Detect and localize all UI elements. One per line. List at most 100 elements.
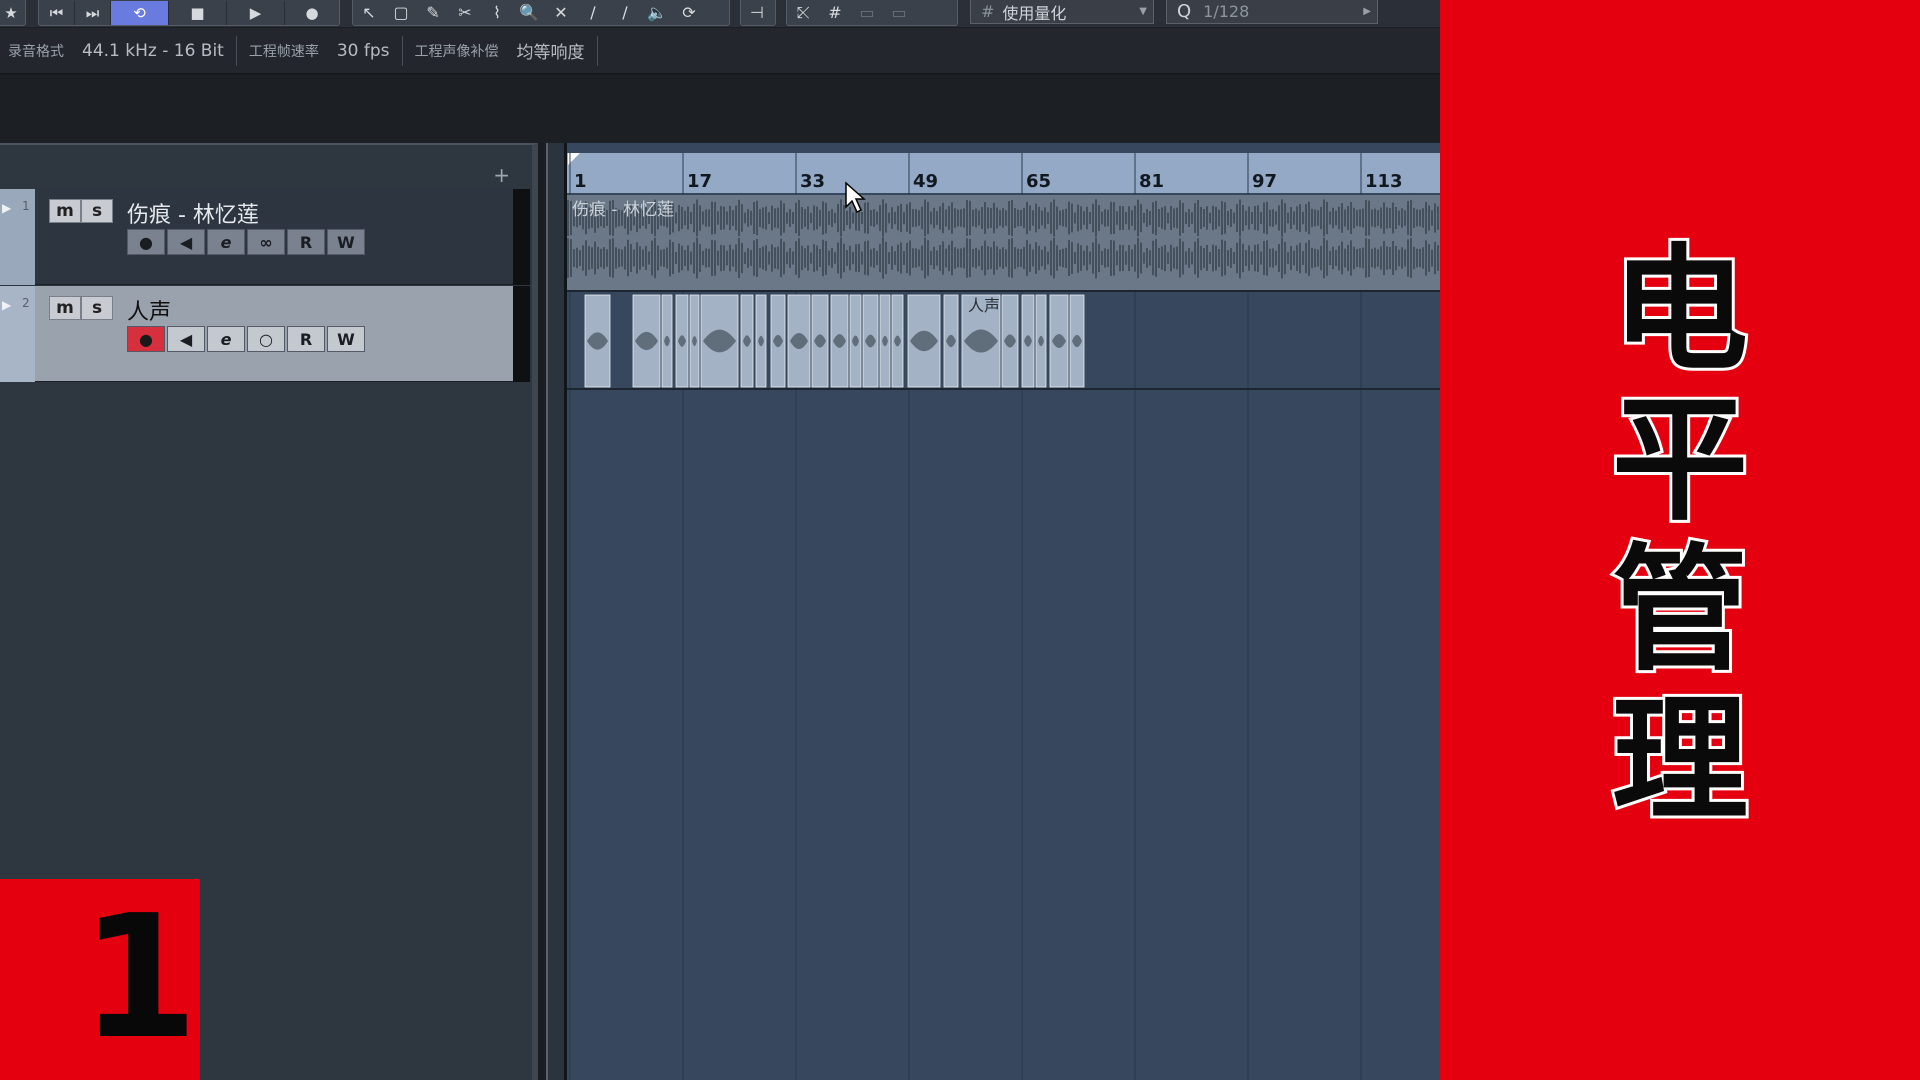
arrange-canvas[interactable]: 1 17 33 49 65 81 97 113 伤痕 - 林忆莲人声 bbox=[548, 143, 1442, 1080]
info-record-format[interactable]: 录音格式 44.1 kHz - 16 Bit bbox=[0, 35, 237, 66]
read-automation-button[interactable]: R bbox=[287, 229, 325, 255]
write-automation-button[interactable]: W bbox=[327, 326, 365, 352]
ruler-label: 49 bbox=[913, 171, 938, 192]
ruler-label: 1 bbox=[574, 171, 587, 192]
draw-tool-icon[interactable]: ∕ bbox=[577, 1, 609, 25]
quantize-type-dropdown[interactable]: # 使用量化 ▼ bbox=[970, 0, 1154, 24]
grid-mode-icon[interactable]: ▭ bbox=[883, 1, 915, 25]
info-value: 30 fps bbox=[336, 40, 390, 61]
mute-button[interactable]: m bbox=[49, 296, 81, 320]
track-controls: m s 伤痕 - 林忆莲 ● ◀ e ∞ R W bbox=[35, 189, 513, 285]
mute-solo-group: m s bbox=[49, 296, 113, 320]
toolbar-star-icon[interactable]: ★ bbox=[0, 1, 25, 25]
quantize-value: 1/128 bbox=[1203, 2, 1250, 21]
monitor-button[interactable]: ◀ bbox=[167, 326, 205, 352]
project-window[interactable]: 1 17 33 49 65 81 97 113 伤痕 - 林忆莲 人声 bbox=[546, 143, 1442, 1080]
quantize-type-label: 使用量化 bbox=[1002, 3, 1067, 23]
track-color-strip: ▶ 1 bbox=[0, 189, 35, 285]
track-controls: m s 人声 ● ◀ e ○ R W bbox=[35, 286, 513, 382]
track-name[interactable]: 人声 bbox=[127, 294, 171, 326]
track-buttons: ● ◀ e ○ R W bbox=[127, 326, 365, 352]
snap-icon[interactable]: ⤪ bbox=[787, 1, 819, 25]
auto-scroll-group: ⊣ bbox=[740, 0, 776, 26]
stop-icon[interactable]: ■ bbox=[169, 0, 227, 25]
track-buttons: ● ◀ e ∞ R W bbox=[127, 229, 365, 255]
grid-small-icon: # bbox=[981, 2, 995, 21]
title-char: 管 bbox=[1609, 532, 1751, 690]
edit-channel-button[interactable]: e bbox=[207, 229, 245, 255]
track-name[interactable]: 伤痕 - 林忆莲 bbox=[127, 197, 259, 229]
screen: ★ ⏮ ⏭ ⟲ ■ ▶ ● ↖ ▢ ✎ ✂ ⌇ 🔍 ✕ ∕ ∕ 🔈 ⟳ ⊣ ⤪ bbox=[0, 0, 1920, 1080]
pointer-tool-icon[interactable]: ↖ bbox=[353, 1, 385, 25]
track-meter bbox=[513, 189, 530, 285]
solo-button[interactable]: s bbox=[81, 296, 113, 320]
info-label: 工程声像补偿 bbox=[414, 43, 499, 60]
grid-type-icon[interactable]: ▭ bbox=[851, 1, 883, 25]
grid-icon[interactable]: # bbox=[819, 1, 851, 25]
project-start-line bbox=[564, 143, 567, 1080]
track-row[interactable]: ▶ 2 m s 人声 ● ◀ e ○ R W bbox=[0, 286, 530, 382]
record-icon[interactable]: ● bbox=[285, 1, 339, 25]
info-frame-rate[interactable]: 工程帧速率 30 fps bbox=[237, 35, 403, 66]
episode-title: 电 平 管 理 bbox=[1600, 232, 1760, 839]
split-tool-icon[interactable]: ✎ bbox=[417, 1, 449, 25]
arrange-left-gutter bbox=[548, 143, 564, 1080]
quantize-prefix: Q bbox=[1177, 1, 1192, 22]
ruler-label: 113 bbox=[1365, 171, 1403, 192]
edit-channel-button[interactable]: e bbox=[207, 326, 245, 352]
ruler-label: 81 bbox=[1139, 171, 1164, 192]
event-label-vocal: 人声 bbox=[968, 296, 1000, 315]
tool-palette: ↖ ▢ ✎ ✂ ⌇ 🔍 ✕ ∕ ∕ 🔈 ⟳ bbox=[352, 0, 730, 26]
read-automation-button[interactable]: R bbox=[287, 326, 325, 352]
solo-button[interactable]: s bbox=[81, 199, 113, 223]
title-char: 平 bbox=[1609, 382, 1751, 540]
eraser-tool-icon[interactable]: ⌇ bbox=[481, 1, 513, 25]
info-label: 录音格式 bbox=[8, 43, 64, 60]
play-tool-icon[interactable]: 🔈 bbox=[641, 1, 673, 25]
toolbar: ★ ⏮ ⏭ ⟲ ■ ▶ ● ↖ ▢ ✎ ✂ ⌇ 🔍 ✕ ∕ ∕ 🔈 ⟳ ⊣ ⤪ bbox=[0, 0, 1440, 28]
info-pan-law[interactable]: 工程声像补偿 均等响度 bbox=[403, 35, 598, 66]
color-tool-icon[interactable]: ⟳ bbox=[673, 1, 705, 25]
mouse-pointer-icon bbox=[845, 181, 866, 214]
record-enable-button[interactable]: ● bbox=[127, 229, 165, 255]
lanes-button[interactable]: ○ bbox=[247, 326, 285, 352]
range-tool-icon[interactable]: ▢ bbox=[385, 1, 417, 25]
expand-arrow-icon[interactable]: ▶ bbox=[2, 201, 11, 215]
cycle-loop-icon[interactable]: ⟲ bbox=[111, 0, 169, 25]
track-number: 1 bbox=[22, 199, 30, 213]
mute-button[interactable]: m bbox=[49, 199, 81, 223]
event-label-song: 伤痕 - 林忆莲 bbox=[572, 200, 674, 220]
info-line: 录音格式 44.1 kHz - 16 Bit 工程帧速率 30 fps 工程声像… bbox=[0, 28, 1440, 74]
lanes-button[interactable]: ∞ bbox=[247, 229, 285, 255]
monitor-button[interactable]: ◀ bbox=[167, 229, 205, 255]
autoscroll-icon[interactable]: ⊣ bbox=[741, 1, 773, 25]
info-value: 44.1 kHz - 16 Bit bbox=[82, 40, 224, 61]
chevron-down-icon: ▶ bbox=[1363, 6, 1371, 17]
mute-tool-icon[interactable]: ✕ bbox=[545, 1, 577, 25]
add-track-icon[interactable]: + bbox=[493, 163, 510, 187]
mute-solo-group: m s bbox=[49, 199, 113, 223]
zoom-tool-icon[interactable]: 🔍 bbox=[513, 1, 545, 25]
title-char: 电 bbox=[1609, 232, 1751, 390]
ruler-label: 33 bbox=[800, 171, 825, 192]
play-icon[interactable]: ▶ bbox=[227, 0, 285, 25]
ruler-label: 65 bbox=[1026, 171, 1051, 192]
info-label: 工程帧速率 bbox=[248, 43, 319, 60]
episode-number: 1 bbox=[80, 888, 198, 1068]
track-list-header: + bbox=[0, 145, 532, 189]
quantize-value-dropdown[interactable]: Q 1/128 ▶ bbox=[1166, 0, 1378, 24]
record-enable-button[interactable]: ● bbox=[127, 326, 165, 352]
forward-end-icon[interactable]: ⏭ bbox=[75, 0, 111, 25]
expand-arrow-icon[interactable]: ▶ bbox=[2, 298, 11, 312]
track-row[interactable]: ▶ 1 m s 伤痕 - 林忆莲 ● ◀ e ∞ R W bbox=[0, 189, 530, 285]
divider-area bbox=[0, 75, 1440, 143]
snap-group: ⤪ # ▭ ▭ bbox=[786, 0, 958, 26]
write-automation-button[interactable]: W bbox=[327, 229, 365, 255]
audio-event-song bbox=[567, 195, 1442, 290]
rewind-start-icon[interactable]: ⏮ bbox=[39, 0, 75, 25]
ruler-label: 17 bbox=[687, 171, 712, 192]
info-value: 均等响度 bbox=[516, 43, 585, 63]
line-tool-icon[interactable]: ∕ bbox=[609, 1, 641, 25]
track-meter bbox=[513, 286, 530, 382]
glue-tool-icon[interactable]: ✂ bbox=[449, 1, 481, 25]
